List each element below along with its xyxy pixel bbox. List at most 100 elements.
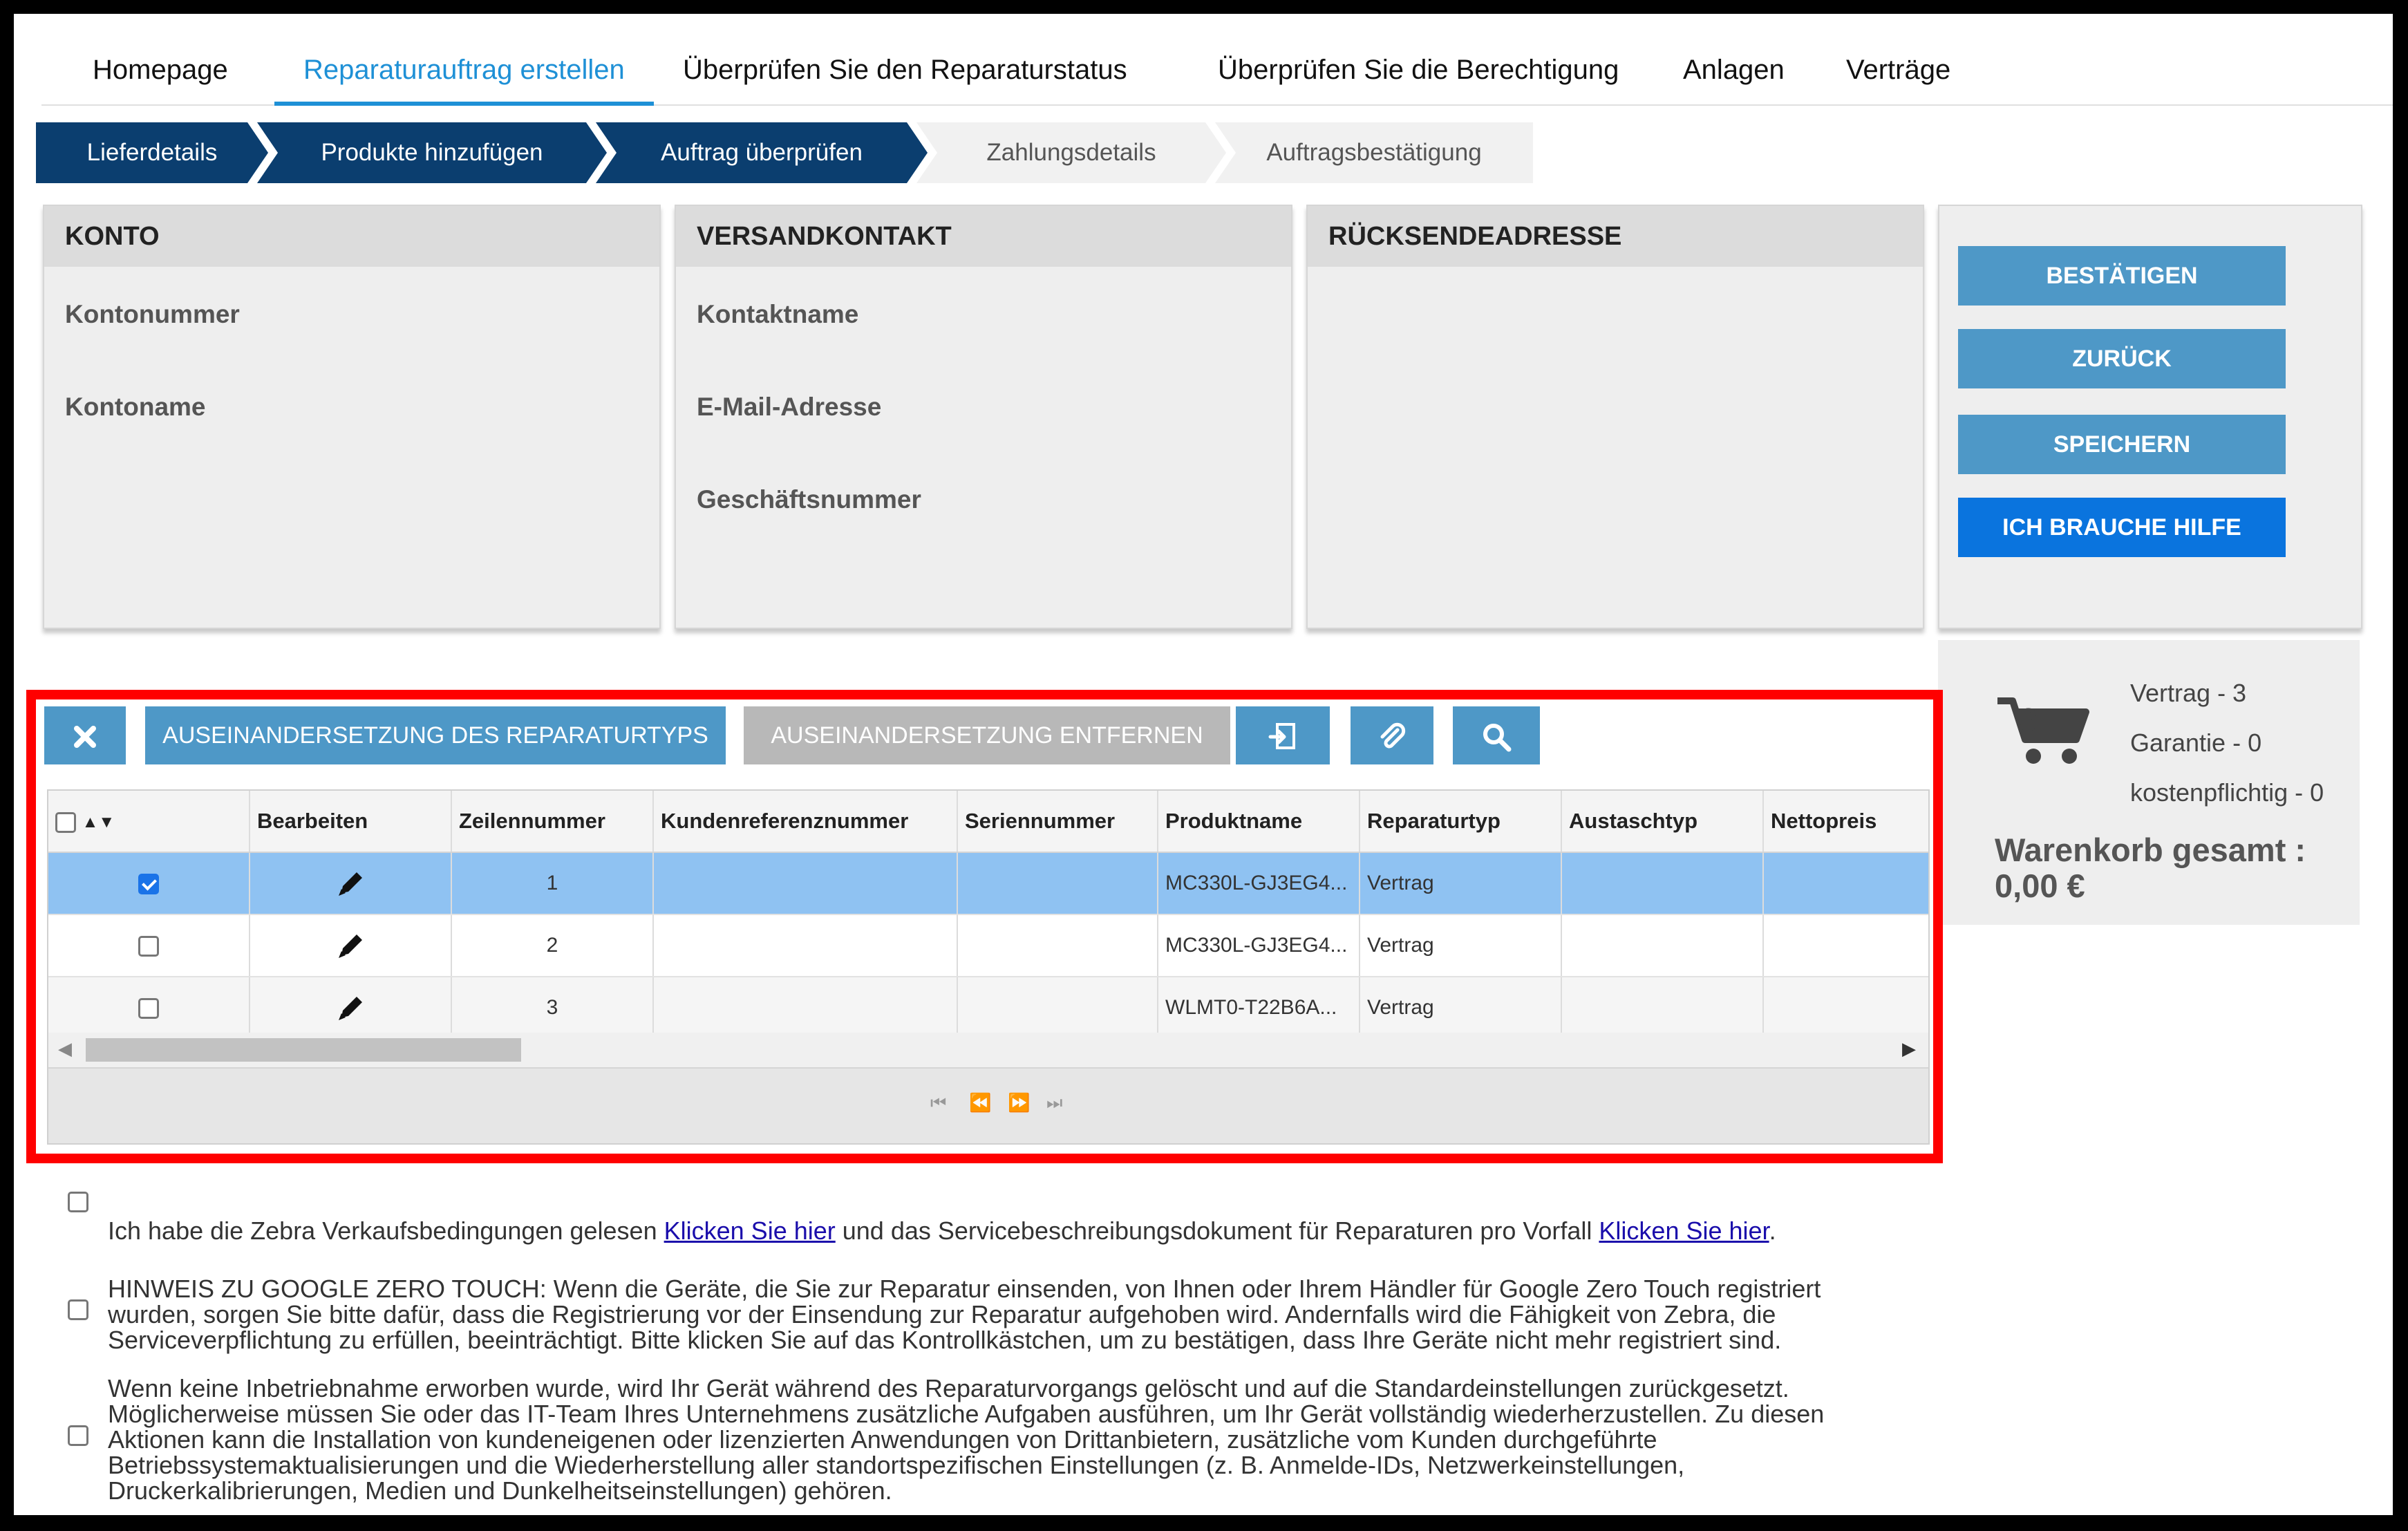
product-name-cell: WLMT0-T22B6A... — [1158, 977, 1360, 1038]
column-header-product-name[interactable]: Produktname — [1158, 791, 1360, 852]
help-button[interactable]: ICH BRAUCHE HILFE — [1958, 498, 2286, 557]
step-delivery-details[interactable]: Lieferdetails — [36, 122, 268, 183]
exchange-type-cell — [1562, 853, 1764, 914]
remove-dispute-button[interactable]: AUSEINANDERSETZUNG ENTFERNEN — [744, 706, 1230, 764]
column-header-serial[interactable]: Seriennummer — [958, 791, 1158, 852]
app-page: Homepage Reparaturauftrag erstellen Über… — [14, 14, 2393, 1515]
clear-button[interactable] — [44, 706, 126, 764]
customer-ref-cell — [654, 853, 958, 914]
customer-ref-cell — [654, 915, 958, 976]
save-button[interactable]: SPEICHERN — [1958, 415, 2286, 474]
cart-summary: 3 Vertrag - 3 Garantie - 0 kostenpflicht… — [1938, 640, 2360, 925]
search-button[interactable] — [1453, 706, 1540, 764]
row-checkbox[interactable] — [138, 998, 159, 1020]
row-select-cell — [48, 915, 250, 976]
cart-contract-count: Vertrag - 3 — [2130, 679, 2247, 707]
column-header-repair-type[interactable]: Reparaturtyp — [1360, 791, 1562, 852]
line-number-cell: 1 — [452, 853, 654, 914]
pencil-icon[interactable] — [335, 868, 366, 900]
search-icon — [1483, 724, 1512, 752]
zero-touch-line: wurden, sorgen Sie bitte dafür, dass die… — [108, 1300, 1776, 1328]
zero-touch-line: HINWEIS ZU GOOGLE ZERO TOUCH: Wenn die G… — [108, 1275, 1821, 1303]
column-header-edit[interactable]: Bearbeiten — [250, 791, 452, 852]
repair-items-grid: ▲▼ Bearbeiten Zeilennummer Kundenreferen… — [47, 789, 1930, 1145]
header-select-sort: ▲▼ — [48, 791, 250, 852]
confirm-button[interactable]: BESTÄTIGEN — [1958, 246, 2286, 306]
step-order-confirmation[interactable]: Auftragsbestätigung — [1215, 122, 1533, 183]
net-price-cell — [1764, 977, 1928, 1038]
terms-text: Ich habe die Zebra Verkaufsbedingungen g… — [108, 1218, 1905, 1243]
back-button[interactable]: ZURÜCK — [1958, 329, 2286, 388]
step-add-products[interactable]: Produkte hinzufügen — [257, 122, 607, 183]
net-price-cell — [1764, 853, 1928, 914]
edit-cell — [250, 915, 452, 976]
column-header-exchange-type[interactable]: Austaschtyp — [1562, 791, 1764, 852]
scroll-right-icon[interactable]: ▶ — [1902, 1038, 1916, 1060]
first-page-icon[interactable]: ⏮ — [930, 1092, 946, 1114]
nav-entitlement[interactable]: Überprüfen Sie die Berechtigung — [1218, 31, 1619, 104]
previous-page-icon[interactable]: ⏪ — [969, 1092, 991, 1114]
shipping-contact-panel: VERSANDKONTAKT Kontaktname E-Mail-Adress… — [675, 205, 1292, 629]
commissioning-notice: Wenn keine Inbetriebnahme erworben wurde… — [108, 1375, 1905, 1503]
serial-cell — [958, 853, 1158, 914]
step-payment-details[interactable]: Zahlungsdetails — [916, 122, 1226, 183]
repair-type-cell: Vertrag — [1360, 977, 1562, 1038]
commissioning-line: Wenn keine Inbetriebnahme erworben wurde… — [108, 1374, 1789, 1402]
nav-create-repair-order[interactable]: Reparaturauftrag erstellen — [274, 31, 654, 106]
next-page-icon[interactable]: ⏩ — [1008, 1092, 1030, 1114]
account-number-label: Kontonummer — [65, 300, 240, 328]
row-checkbox[interactable] — [138, 874, 159, 895]
zero-touch-notice: HINWEIS ZU GOOGLE ZERO TOUCH: Wenn die G… — [108, 1276, 1905, 1353]
select-all-checkbox[interactable] — [55, 811, 76, 833]
table-row[interactable]: 2 MC330L-GJ3EG4... Vertrag — [48, 915, 1928, 977]
attach-button[interactable] — [1351, 706, 1433, 764]
edit-cell — [250, 853, 452, 914]
scrollbar-thumb[interactable] — [86, 1038, 521, 1062]
scroll-left-icon[interactable]: ◀ — [58, 1038, 72, 1060]
paperclip-icon — [1380, 722, 1406, 749]
return-address-panel: RÜCKSENDEADRESSE — [1306, 205, 1924, 629]
nav-homepage[interactable]: Homepage — [93, 31, 228, 104]
serial-cell — [958, 915, 1158, 976]
row-checkbox[interactable] — [138, 936, 159, 957]
table-row[interactable]: 3 WLMT0-T22B6A... Vertrag — [48, 977, 1928, 1040]
sort-icon[interactable]: ▲▼ — [82, 813, 115, 832]
close-icon — [74, 726, 96, 749]
column-header-line-number[interactable]: Zeilennummer — [452, 791, 654, 852]
product-name-cell: MC330L-GJ3EG4... — [1158, 853, 1360, 914]
exchange-type-cell — [1562, 977, 1764, 1038]
column-header-customer-ref[interactable]: Kundenreferenznummer — [654, 791, 958, 852]
cart-total-label: Warenkorb gesamt : — [1995, 832, 2306, 868]
column-header-net-price[interactable]: Nettopreis — [1764, 791, 1928, 852]
serial-cell — [958, 977, 1158, 1038]
horizontal-scrollbar[interactable]: ◀ ▶ — [48, 1033, 1928, 1066]
product-name-cell: MC330L-GJ3EG4... — [1158, 915, 1360, 976]
terms-text-end: . — [1769, 1217, 1776, 1245]
nav-contracts[interactable]: Verträge — [1846, 31, 1950, 104]
commissioning-line: Betriebssystemaktualisierungen und die W… — [108, 1451, 1685, 1479]
dispute-repair-type-button[interactable]: AUSEINANDERSETZUNG DES REPARATURTYPS — [145, 706, 726, 764]
terms-text-part2: und das Servicebeschreibungsdokument für… — [842, 1217, 1592, 1245]
cart-count: 3 — [2020, 702, 2038, 738]
nav-repair-status[interactable]: Überprüfen Sie den Reparaturstatus — [683, 31, 1127, 104]
repair-type-cell: Vertrag — [1360, 853, 1562, 914]
line-number-cell: 2 — [452, 915, 654, 976]
last-page-icon[interactable]: ⏭ — [1046, 1092, 1062, 1114]
pencil-icon[interactable] — [335, 993, 366, 1024]
step-review-order[interactable]: Auftrag überprüfen — [596, 122, 928, 183]
commissioning-line: Aktionen kann die Installation von kunde… — [108, 1425, 1657, 1454]
nav-assets[interactable]: Anlagen — [1683, 31, 1785, 104]
email-label: E-Mail-Adresse — [697, 393, 882, 421]
terms-checkbox[interactable] — [68, 1192, 88, 1212]
cart-chargeable-count: kostenpflichtig - 0 — [2130, 778, 2324, 807]
table-row[interactable]: 1 MC330L-GJ3EG4... Vertrag — [48, 853, 1928, 915]
cart-icon — [1995, 691, 2091, 771]
zero-touch-checkbox[interactable] — [68, 1299, 88, 1320]
edit-cell — [250, 977, 452, 1038]
commissioning-checkbox[interactable] — [68, 1425, 88, 1446]
pencil-icon[interactable] — [335, 930, 366, 962]
shipping-contact-title: VERSANDKONTAKT — [676, 206, 1291, 267]
service-description-link[interactable]: Klicken Sie hier — [1599, 1217, 1769, 1245]
export-button[interactable] — [1236, 706, 1330, 764]
terms-link[interactable]: Klicken Sie hier — [664, 1217, 836, 1245]
